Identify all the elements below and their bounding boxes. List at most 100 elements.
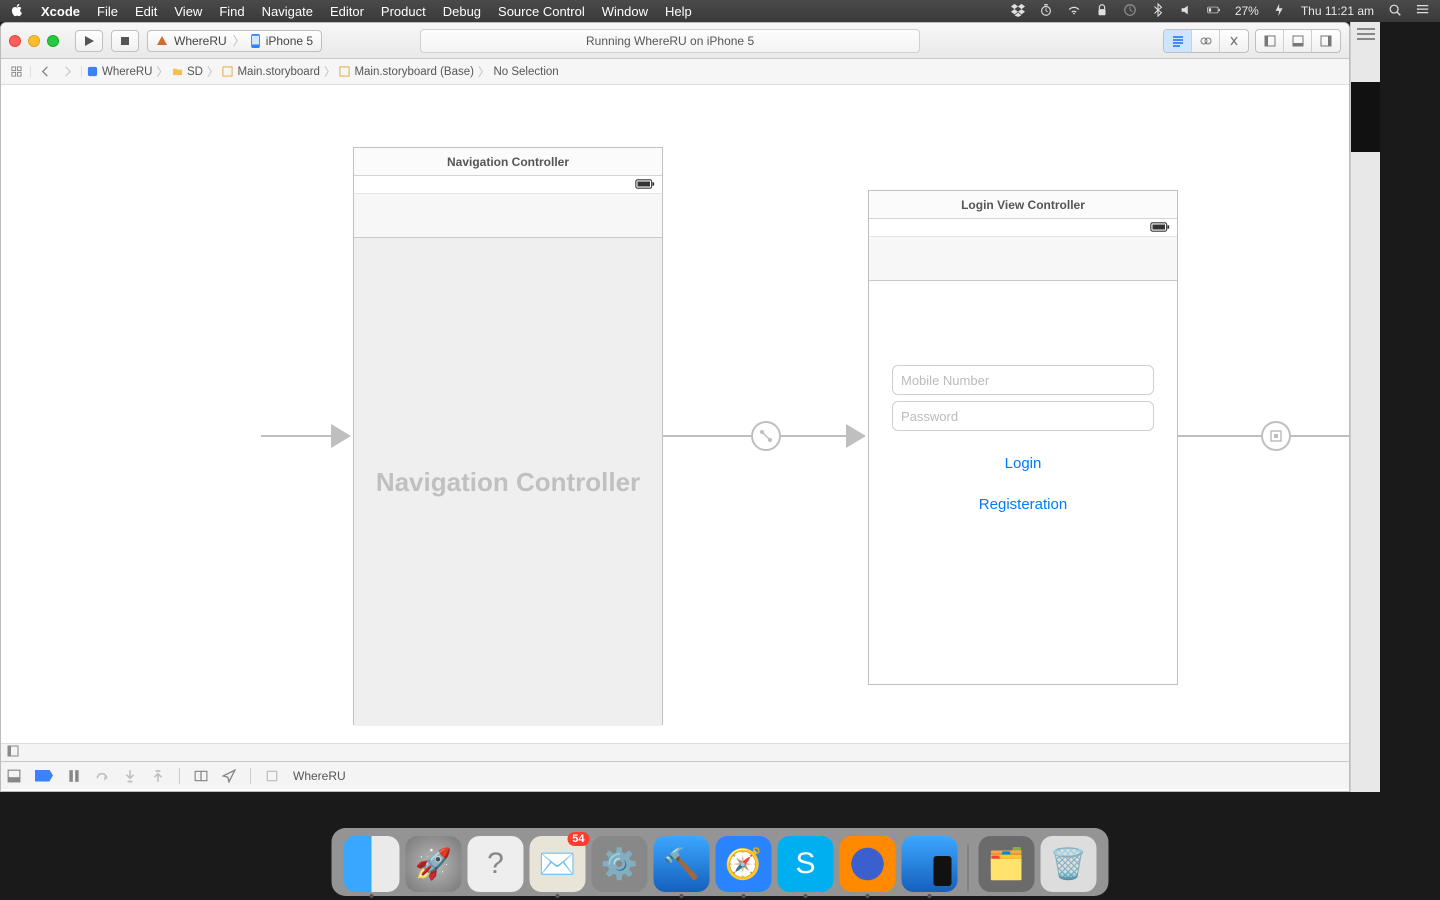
charging-icon xyxy=(1273,3,1287,20)
menu-editor[interactable]: Editor xyxy=(330,4,364,19)
menu-help[interactable]: Help xyxy=(665,4,692,19)
scene-nav-bar xyxy=(869,237,1177,281)
crumb-selection[interactable]: No Selection xyxy=(493,66,558,78)
dock-help[interactable]: ? xyxy=(468,836,524,892)
view-debugger-icon[interactable] xyxy=(194,769,208,783)
scheme-selector[interactable]: WhereRU 〉 iPhone 5 xyxy=(147,30,322,52)
initial-vc-arrowhead-icon xyxy=(331,424,351,448)
editor-mode-segmented[interactable] xyxy=(1163,29,1249,53)
dock-finder[interactable] xyxy=(344,836,400,892)
battery-icon[interactable] xyxy=(1207,3,1221,20)
standard-editor-button[interactable] xyxy=(1164,30,1192,52)
pause-icon[interactable] xyxy=(67,769,81,783)
lock-icon[interactable] xyxy=(1095,3,1109,20)
notification-center-icon[interactable] xyxy=(1416,3,1430,20)
dock-trash[interactable]: 🗑️ xyxy=(1041,836,1097,892)
dock-firefox[interactable] xyxy=(840,836,896,892)
debug-process-label[interactable]: WhereRU xyxy=(293,769,346,783)
login-view-controller-scene[interactable]: Login View Controller Mobile Number Pass… xyxy=(868,190,1178,685)
dock-skype[interactable]: S xyxy=(778,836,834,892)
menu-navigate[interactable]: Navigate xyxy=(262,4,313,19)
scheme-device-label: iPhone 5 xyxy=(266,34,313,48)
left-panel-toggle[interactable] xyxy=(1256,30,1284,52)
stop-button[interactable] xyxy=(111,30,139,52)
debug-bar: WhereRU xyxy=(1,761,1349,789)
spotlight-icon[interactable] xyxy=(1388,3,1402,20)
panel-toggle-segmented[interactable] xyxy=(1255,29,1341,53)
hide-debug-area-icon[interactable] xyxy=(7,769,21,783)
related-items-icon[interactable] xyxy=(7,64,25,80)
breakpoint-toggle-icon[interactable] xyxy=(35,770,53,782)
timer-icon[interactable] xyxy=(1039,3,1053,20)
window-minimize-button[interactable] xyxy=(28,35,40,47)
battery-icon xyxy=(1149,219,1171,237)
battery-percent: 27% xyxy=(1235,4,1259,18)
dock-mail[interactable]: ✉️ xyxy=(530,836,586,892)
storyboard-canvas[interactable]: Navigation Controller Navigation Control… xyxy=(1,85,1349,761)
history-back-icon[interactable] xyxy=(36,64,54,80)
password-field[interactable]: Password xyxy=(892,401,1154,431)
menu-find[interactable]: Find xyxy=(219,4,244,19)
hamburger-icon xyxy=(1357,28,1375,40)
menu-view[interactable]: View xyxy=(174,4,202,19)
macos-menubar: Xcode File Edit View Find Navigate Edito… xyxy=(0,0,1440,22)
jump-bar[interactable]: | | WhereRU 〉 SD 〉 Main.storyboard 〉 Mai… xyxy=(1,59,1349,85)
volume-icon[interactable] xyxy=(1179,3,1193,20)
scheme-app-label: WhereRU xyxy=(174,34,227,48)
dock-ios-simulator[interactable] xyxy=(902,836,958,892)
initial-vc-arrow xyxy=(261,435,331,437)
document-outline-toggle-icon[interactable] xyxy=(7,744,19,762)
login-button[interactable]: Login xyxy=(869,455,1177,472)
scene-status-bar xyxy=(869,219,1177,237)
dock-launchpad[interactable]: 🚀 xyxy=(406,836,462,892)
menu-product[interactable]: Product xyxy=(381,4,426,19)
dock-xcode[interactable]: 🔨 xyxy=(654,836,710,892)
step-over-icon[interactable] xyxy=(95,769,109,783)
crumb-folder[interactable]: SD xyxy=(172,66,203,78)
xcode-toolbar: WhereRU 〉 iPhone 5 Running WhereRU on iP… xyxy=(1,23,1349,59)
window-traffic-lights xyxy=(9,35,59,47)
menubar-app-name[interactable]: Xcode xyxy=(41,4,80,19)
wifi-icon[interactable] xyxy=(1067,3,1081,20)
timemachine-icon[interactable] xyxy=(1123,3,1137,20)
assistant-editor-button[interactable] xyxy=(1192,30,1220,52)
macos-dock: 🚀 ? ✉️ ⚙️ 🔨 🧭 S 🗂️ 🗑️ xyxy=(332,828,1109,896)
bluetooth-icon[interactable] xyxy=(1151,3,1165,20)
activity-viewer: Running WhereRU on iPhone 5 xyxy=(420,29,920,53)
segue-arrowhead-icon xyxy=(846,424,866,448)
window-zoom-button[interactable] xyxy=(47,35,59,47)
right-panel-toggle[interactable] xyxy=(1312,30,1340,52)
root-segue-icon[interactable] xyxy=(751,421,781,451)
menu-window[interactable]: Window xyxy=(602,4,648,19)
crumb-storyboard[interactable]: Main.storyboard xyxy=(222,66,319,78)
dock-system-preferences[interactable]: ⚙️ xyxy=(592,836,648,892)
battery-icon xyxy=(634,176,656,194)
xcode-window: WhereRU 〉 iPhone 5 Running WhereRU on iP… xyxy=(0,22,1350,792)
step-out-icon[interactable] xyxy=(151,769,165,783)
version-editor-button[interactable] xyxy=(1220,30,1248,52)
mobile-number-field[interactable]: Mobile Number xyxy=(892,365,1154,395)
dock-separator xyxy=(968,844,969,892)
dock-downloads-folder[interactable]: 🗂️ xyxy=(979,836,1035,892)
scene-status-bar xyxy=(354,176,662,194)
crumb-project[interactable]: WhereRU xyxy=(87,66,152,78)
navigation-controller-scene[interactable]: Navigation Controller Navigation Control… xyxy=(353,147,663,725)
menu-file[interactable]: File xyxy=(97,4,118,19)
menu-source-control[interactable]: Source Control xyxy=(498,4,585,19)
history-forward-icon[interactable] xyxy=(58,64,76,80)
step-into-icon[interactable] xyxy=(123,769,137,783)
dropbox-icon[interactable] xyxy=(1011,3,1025,20)
menubar-clock[interactable]: Thu 11:21 am xyxy=(1301,4,1374,18)
dock-safari[interactable]: 🧭 xyxy=(716,836,772,892)
window-close-button[interactable] xyxy=(9,35,21,47)
location-icon[interactable] xyxy=(222,769,236,783)
scene-nav-bar xyxy=(354,194,662,238)
apple-logo-icon[interactable] xyxy=(10,3,24,20)
run-button[interactable] xyxy=(75,30,103,52)
crumb-storyboard-base[interactable]: Main.storyboard (Base) xyxy=(339,66,474,78)
bottom-panel-toggle[interactable] xyxy=(1284,30,1312,52)
menu-edit[interactable]: Edit xyxy=(135,4,157,19)
menu-debug[interactable]: Debug xyxy=(443,4,481,19)
push-segue-icon[interactable] xyxy=(1261,421,1291,451)
registration-button[interactable]: Registeration xyxy=(869,496,1177,513)
